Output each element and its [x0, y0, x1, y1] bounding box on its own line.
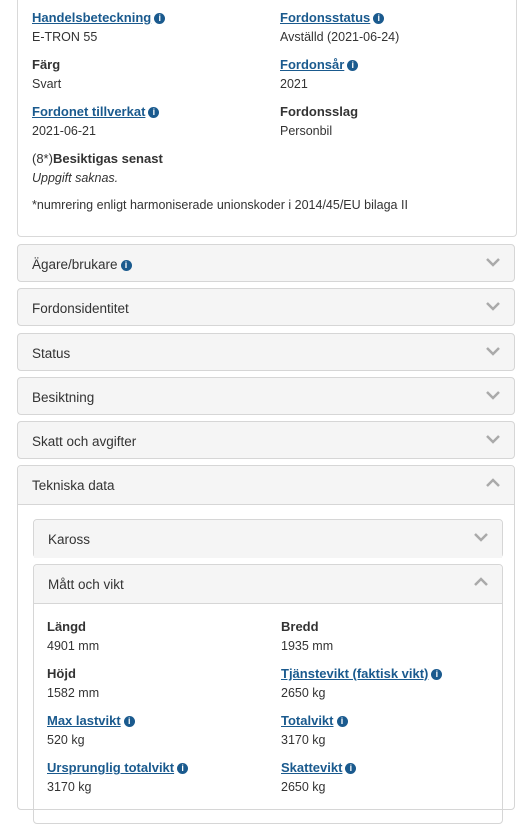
- field-hojd: Höjd 1582 mm: [47, 666, 99, 701]
- info-icon[interactable]: i: [154, 13, 166, 25]
- field-ursprunglig-totalvikt: Ursprunglig totalvikt i 3170 kg: [47, 760, 189, 795]
- ursprunglig-link[interactable]: Ursprunglig totalvikt: [47, 760, 174, 775]
- tillverkat-link[interactable]: Fordonet tillverkat: [32, 104, 145, 119]
- field-fordonsar: Fordonsår i 2021: [280, 57, 359, 92]
- info-icon[interactable]: i: [120, 259, 132, 271]
- tillverkat-value: 2021-06-21: [32, 124, 96, 138]
- matt-och-vikt-header[interactable]: Mått och vikt: [34, 565, 502, 604]
- field-skattevikt: Skattevikt i 2650 kg: [281, 760, 357, 795]
- skattevikt-link[interactable]: Skattevikt: [281, 760, 342, 775]
- field-handelsbeteckning: Handelsbeteckning i E-TRON 55: [32, 10, 166, 45]
- vehicle-info-page: Handelsbeteckning i E-TRON 55 Fordonsstat…: [0, 0, 527, 824]
- chevron-down-icon: [486, 435, 500, 444]
- hojd-label: Höjd: [47, 666, 76, 681]
- field-fordonsstatus: Fordonsstatus i Avställd (2021-06-24): [280, 10, 399, 45]
- chevron-up-icon: [474, 577, 488, 586]
- field-tjanstevikt: Tjänstevikt (faktisk vikt) i 2650 kg: [281, 666, 443, 701]
- chevron-down-icon: [474, 533, 488, 542]
- handelsbeteckning-value: E-TRON 55: [32, 30, 98, 44]
- farg-value: Svart: [32, 77, 62, 91]
- chevron-down-icon: [486, 302, 500, 311]
- footnote: *numrering enligt harmoniserade unionsko…: [32, 198, 408, 212]
- info-icon[interactable]: i: [123, 716, 135, 728]
- bredd-value: 1935 mm: [281, 639, 334, 653]
- accordion-agare-title: Ägare/brukare: [32, 257, 118, 272]
- tjanstevikt-value: 2650 kg: [281, 686, 326, 700]
- chevron-down-icon: [486, 391, 500, 400]
- tekniska-data-header[interactable]: Tekniska data: [18, 466, 514, 505]
- matt-och-vikt-title: Mått och vikt: [48, 577, 124, 592]
- chevron-up-icon: [486, 478, 500, 487]
- info-icon[interactable]: i: [373, 13, 385, 25]
- skattevikt-value: 2650 kg: [281, 780, 326, 794]
- langd-label: Längd: [47, 619, 86, 634]
- info-icon[interactable]: i: [336, 716, 348, 728]
- ursprunglig-value: 3170 kg: [47, 780, 92, 794]
- accordion-status[interactable]: Status: [17, 333, 515, 371]
- besiktigas-prefix: (8*): [32, 151, 53, 166]
- accordion-besiktning[interactable]: Besiktning: [17, 377, 515, 415]
- field-besiktigas: (8*)Besiktigas senast Uppgift saknas.: [32, 151, 163, 186]
- chevron-down-icon: [486, 347, 500, 356]
- accordion-kaross[interactable]: Kaross: [33, 519, 503, 558]
- chevron-down-icon: [486, 258, 500, 267]
- fordonsslag-label: Fordonsslag: [280, 104, 359, 119]
- info-icon[interactable]: i: [148, 107, 160, 119]
- field-bredd: Bredd 1935 mm: [281, 619, 333, 654]
- field-totalvikt: Totalvikt i 3170 kg: [281, 713, 348, 748]
- fordonsar-value: 2021: [280, 77, 308, 91]
- langd-value: 4901 mm: [47, 639, 100, 653]
- accordion-skatt-avgifter[interactable]: Skatt och avgifter: [17, 421, 515, 459]
- totalvikt-value: 3170 kg: [281, 733, 326, 747]
- fordonsslag-value: Personbil: [280, 124, 333, 138]
- accordion-fordonsidentitet-title: Fordonsidentitet: [32, 301, 129, 316]
- hojd-value: 1582 mm: [47, 686, 100, 700]
- fordonsstatus-link[interactable]: Fordonsstatus: [280, 10, 370, 25]
- accordion-besiktning-title: Besiktning: [32, 390, 95, 405]
- fordonsar-link[interactable]: Fordonsår: [280, 57, 344, 72]
- field-tillverkat: Fordonet tillverkat i 2021-06-21: [32, 104, 160, 139]
- info-icon[interactable]: i: [431, 669, 443, 681]
- handelsbeteckning-link[interactable]: Handelsbeteckning: [32, 10, 151, 25]
- info-icon[interactable]: i: [345, 763, 357, 775]
- bredd-label: Bredd: [281, 619, 319, 634]
- accordion-status-title: Status: [32, 346, 71, 361]
- totalvikt-link[interactable]: Totalvikt: [281, 713, 334, 728]
- field-langd: Längd 4901 mm: [47, 619, 99, 654]
- field-fordonsslag: Fordonsslag Personbil: [280, 104, 358, 139]
- maxlast-value: 520 kg: [47, 733, 85, 747]
- fordonsstatus-value: Avställd (2021-06-24): [280, 30, 400, 44]
- field-max-lastvikt: Max lastvikt i 520 kg: [47, 713, 135, 748]
- field-farg: Färg Svart: [32, 57, 61, 92]
- accordion-skatt-title: Skatt och avgifter: [32, 434, 137, 449]
- accordion-agare-brukare[interactable]: Ägare/brukare i: [17, 244, 515, 282]
- maxlast-link[interactable]: Max lastvikt: [47, 713, 121, 728]
- tekniska-data-title: Tekniska data: [32, 478, 115, 493]
- besiktigas-value: Uppgift saknas.: [32, 171, 119, 185]
- besiktigas-label: Besiktigas senast: [52, 151, 163, 166]
- info-icon[interactable]: i: [177, 763, 189, 775]
- kaross-title: Kaross: [48, 532, 91, 547]
- farg-label: Färg: [32, 57, 61, 72]
- info-icon[interactable]: i: [347, 60, 359, 72]
- tjanstevikt-link[interactable]: Tjänstevikt (faktisk vikt): [281, 666, 428, 681]
- accordion-fordonsidentitet[interactable]: Fordonsidentitet: [17, 288, 515, 326]
